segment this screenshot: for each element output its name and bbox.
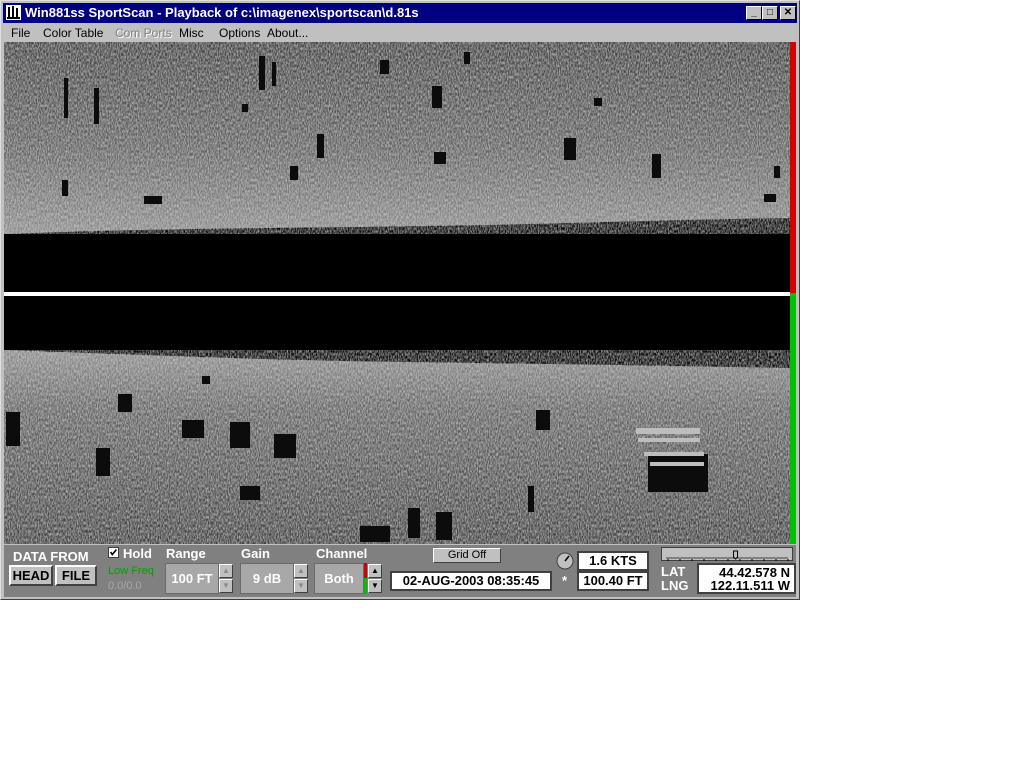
menu-about[interactable]: About...: [267, 26, 308, 40]
gain-value: 9 dB: [240, 563, 294, 594]
lng-label: LNG: [661, 578, 689, 593]
file-button[interactable]: FILE: [55, 565, 97, 586]
depth-marker: *: [562, 573, 568, 588]
slider-track: [666, 550, 789, 561]
menu-file[interactable]: File: [11, 26, 30, 40]
depth-display: 100.40 FT: [577, 571, 649, 591]
port-indicator: [364, 563, 367, 578]
close-button[interactable]: ✕: [780, 6, 796, 20]
app-icon: [6, 5, 21, 20]
close-icon: ✕: [783, 7, 793, 18]
head-button[interactable]: HEAD: [9, 565, 53, 586]
lat-label: LAT: [661, 564, 686, 579]
grid-toggle-button[interactable]: Grid Off: [433, 548, 501, 563]
range-up-button[interactable]: ▲: [219, 564, 233, 578]
freq-value: 0.0/0.0: [108, 580, 142, 592]
minimize-icon: _: [751, 7, 757, 18]
channel-down-button[interactable]: ▼: [368, 579, 382, 593]
gain-up-button[interactable]: ▲: [294, 564, 308, 578]
sonar-image: [4, 42, 790, 544]
title-bar[interactable]: Win881ss SportScan - Playback of c:\imag…: [3, 3, 797, 23]
window-title: Win881ss SportScan - Playback of c:\imag…: [25, 5, 419, 20]
maximize-button[interactable]: □: [762, 6, 778, 20]
speed-display: 1.6 KTS: [577, 551, 649, 571]
gain-label: Gain: [241, 546, 270, 561]
sonar-display[interactable]: [4, 42, 790, 544]
menu-bar: File Color Table Com Ports Misc Options …: [3, 24, 797, 42]
checkmark-icon: [109, 549, 117, 556]
maximize-icon: □: [766, 7, 774, 18]
starboard-channel-bar: [790, 293, 796, 544]
slider-thumb[interactable]: [733, 550, 739, 560]
compass-icon: [556, 552, 574, 570]
starboard-indicator: [364, 578, 367, 594]
range-down-button[interactable]: ▼: [219, 579, 233, 593]
arrow-up-icon: ▲: [297, 566, 305, 575]
menu-color-table[interactable]: Color Table: [43, 26, 103, 40]
arrow-up-icon: ▲: [371, 566, 379, 575]
position-display: 44.42.578 N 122.11.511 W: [697, 563, 796, 594]
hold-checkbox[interactable]: [108, 547, 119, 558]
port-channel-bar: [790, 42, 796, 293]
lng-value: 122.11.511 W: [710, 578, 790, 593]
menu-misc[interactable]: Misc: [179, 26, 204, 40]
menu-options[interactable]: Options: [219, 26, 260, 40]
menu-com-ports: Com Ports: [115, 26, 172, 40]
minimize-button[interactable]: _: [746, 6, 762, 20]
arrow-down-icon: ▼: [297, 581, 305, 590]
gain-down-button[interactable]: ▼: [294, 579, 308, 593]
channel-label: Channel: [316, 546, 368, 561]
data-from-label: DATA FROM: [13, 549, 89, 564]
range-value: 100 FT: [165, 563, 219, 594]
arrow-down-icon: ▼: [371, 581, 379, 590]
channel-value: Both: [314, 563, 364, 594]
hold-label: Hold: [123, 546, 152, 561]
freq-label: Low Freq: [108, 565, 154, 577]
datetime-display: 02-AUG-2003 08:35:45: [390, 571, 552, 591]
control-panel: DATA FROM HEAD FILE Hold Low Freq 0.0/0.…: [4, 545, 796, 597]
playback-slider[interactable]: [661, 547, 793, 561]
channel-up-button[interactable]: ▲: [368, 564, 382, 578]
arrow-up-icon: ▲: [222, 566, 230, 575]
range-label: Range: [166, 546, 206, 561]
arrow-down-icon: ▼: [222, 581, 230, 590]
